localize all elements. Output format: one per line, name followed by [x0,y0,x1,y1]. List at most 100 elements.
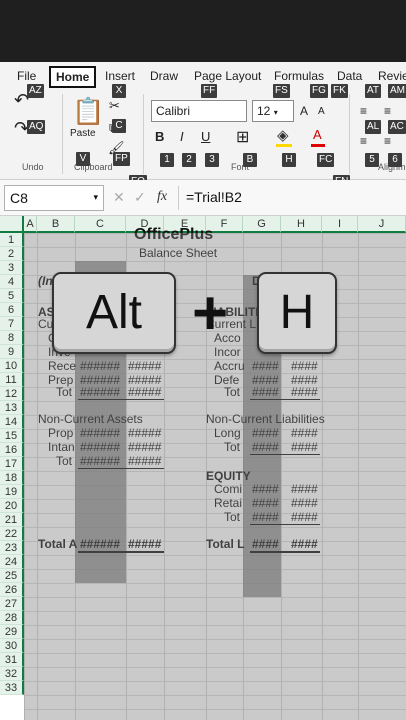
row-header-14[interactable]: 14 [0,415,24,429]
fill-color-swatch [276,144,292,147]
column-header-b[interactable]: B [37,216,75,233]
alt-key-cap: Alt [52,272,176,354]
row-header-24[interactable]: 24 [0,555,24,569]
row-header-20[interactable]: 20 [0,499,24,513]
keytip-ac: AC [388,120,406,134]
font-color-swatch [311,144,325,147]
enter-icon[interactable]: ✓ [134,189,146,206]
row-header-29[interactable]: 29 [0,625,24,639]
keytip-b: B [243,153,257,167]
column-header-a[interactable]: A [24,216,37,233]
plus-sign: + [192,279,229,348]
keytip-1: 1 [160,153,174,167]
row-header-5[interactable]: 5 [0,289,24,303]
keytip-al: AL [365,120,382,134]
align-left-icon[interactable]: ≡ [360,134,367,148]
increase-font-icon[interactable]: A [300,104,308,118]
tab-draw[interactable]: Draw [150,69,178,83]
bold-icon[interactable]: B [155,129,164,144]
row-header-11[interactable]: 11 [0,373,24,387]
row-header-33[interactable]: 33 [0,681,24,695]
row-header-17[interactable]: 17 [0,457,24,471]
row-header-2[interactable]: 2 [0,247,24,261]
tab-home[interactable]: Home [49,66,97,88]
font-name-select[interactable]: Calibri [151,100,247,122]
align-top-icon[interactable]: ≡ [360,104,367,118]
align-center-icon[interactable]: ≡ [384,134,391,148]
font-size-select[interactable]: 12 ▾ [252,100,294,122]
tab-formulas[interactable]: Formulas [274,69,324,83]
row-header-10[interactable]: 10 [0,359,24,373]
tab-page-layout[interactable]: Page Layout [194,69,261,83]
row-header-6[interactable]: 6 [0,303,24,317]
row-header-1[interactable]: 1 [0,233,24,247]
row-header-21[interactable]: 21 [0,513,24,527]
keytip-fk: FK [331,84,348,98]
keytip-5: 5 [365,153,379,167]
excel-window: File Home Insert Draw Page Layout Formul… [0,0,406,720]
row-header-26[interactable]: 26 [0,583,24,597]
keytip-h: H [282,153,296,167]
column-header-j[interactable]: J [358,216,406,233]
paste-clipboard-icon[interactable]: 📋 [72,96,104,127]
row-header-23[interactable]: 23 [0,541,24,555]
font-color-icon[interactable]: A [313,127,322,142]
status-area [0,0,406,62]
tab-file[interactable]: File [17,69,36,83]
insert-function-icon[interactable]: fx [157,189,167,205]
keytip-v: V [76,152,90,166]
align-middle-icon[interactable]: ≡ [384,104,391,118]
name-box[interactable]: C8 ▾ [4,185,104,211]
row-header-30[interactable]: 30 [0,639,24,653]
row-header-15[interactable]: 15 [0,429,24,443]
row-header-28[interactable]: 28 [0,611,24,625]
group-divider [62,94,63,174]
fill-color-icon[interactable]: ◈ [277,126,289,144]
row-header-25[interactable]: 25 [0,569,24,583]
keytip-fg: FG [310,84,328,98]
italic-icon[interactable]: I [180,129,184,144]
borders-icon[interactable]: ⊞ [236,127,249,147]
keytip-2: 2 [182,153,196,167]
row-header-13[interactable]: 13 [0,401,24,415]
row-header-31[interactable]: 31 [0,653,24,667]
keytip-az: AZ [27,84,44,98]
underline-icon[interactable]: U [201,129,210,144]
column-header-c[interactable]: C [75,216,126,233]
column-header-i[interactable]: I [322,216,358,233]
decrease-font-icon[interactable]: A [318,106,325,117]
formula-bar: C8 ▾ ✕ ✓ fx =Trial!B2 [0,180,406,216]
row-header-19[interactable]: 19 [0,485,24,499]
row-header-18[interactable]: 18 [0,471,24,485]
row-header-7[interactable]: 7 [0,317,24,331]
column-header-h[interactable]: H [281,216,322,233]
keytip-fs: FS [273,84,290,98]
keytip-aq: AQ [27,120,46,134]
cut-icon[interactable]: ✂ [109,98,120,114]
row-header-16[interactable]: 16 [0,443,24,457]
column-header-g[interactable]: G [243,216,281,233]
ribbon: File Home Insert Draw Page Layout Formul… [0,62,406,189]
row-header-3[interactable]: 3 [0,261,24,275]
row-header-9[interactable]: 9 [0,345,24,359]
tab-review[interactable]: Review [378,69,406,83]
row-header-8[interactable]: 8 [0,331,24,345]
select-all-corner[interactable] [0,216,24,233]
paste-button[interactable]: Paste [70,128,96,139]
formula-input[interactable]: =Trial!B2 [186,189,242,205]
row-header-32[interactable]: 32 [0,667,24,681]
row-header-27[interactable]: 27 [0,597,24,611]
keytip-3: 3 [205,153,219,167]
row-header-4[interactable]: 4 [0,275,24,289]
keytip-c: C [112,119,126,133]
chevron-down-icon[interactable]: ▾ [93,192,98,203]
h-key-cap: H [257,272,337,354]
cancel-icon[interactable]: ✕ [113,189,125,206]
keytip-fp: FP [113,152,130,166]
row-header-12[interactable]: 12 [0,387,24,401]
row-header-22[interactable]: 22 [0,527,24,541]
tab-insert[interactable]: Insert [105,69,135,83]
tab-data[interactable]: Data [337,69,362,83]
group-divider [349,94,350,174]
keytip-fc: FC [317,153,335,167]
